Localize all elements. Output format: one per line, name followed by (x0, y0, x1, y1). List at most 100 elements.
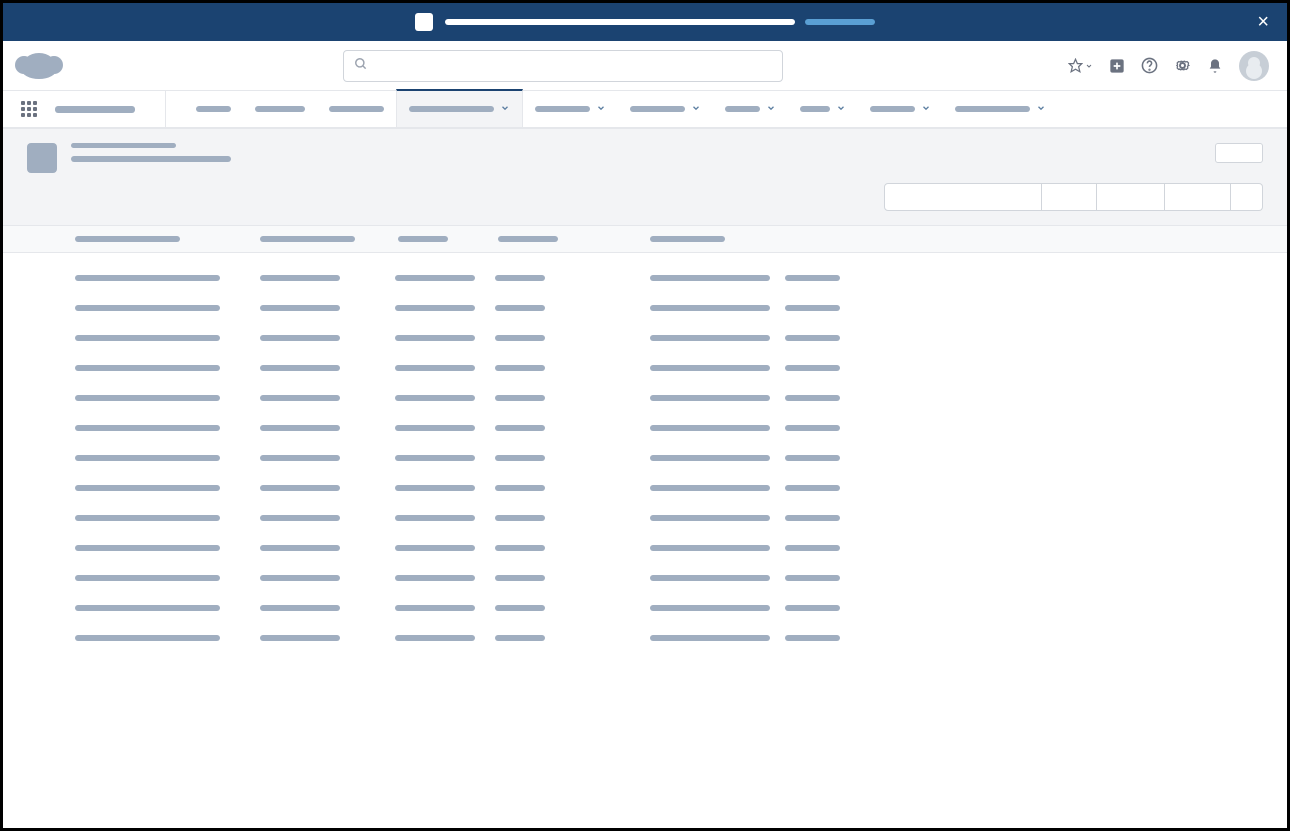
column-header[interactable] (260, 236, 355, 242)
global-search-input[interactable] (343, 50, 783, 82)
table-row[interactable] (75, 635, 1287, 641)
table-cell (495, 455, 545, 461)
nav-tab-4[interactable] (523, 90, 618, 128)
action-button-4[interactable] (1165, 183, 1231, 211)
salesforce-logo-icon[interactable] (21, 53, 57, 79)
search-icon (354, 57, 368, 74)
table-cell (495, 635, 545, 641)
table-cell (650, 635, 770, 641)
help-icon[interactable] (1141, 57, 1158, 74)
table-cell (260, 515, 340, 521)
chevron-down-icon[interactable] (691, 103, 701, 116)
action-button-2[interactable] (1042, 183, 1097, 211)
action-overflow-button[interactable] (1231, 183, 1263, 211)
nav-tab-3[interactable] (396, 89, 523, 127)
table-row[interactable] (75, 605, 1287, 611)
table-cell (650, 515, 770, 521)
nav-tab-label (196, 106, 231, 112)
table-cell (650, 425, 770, 431)
table-cell (650, 335, 770, 341)
action-button-1[interactable] (884, 183, 1042, 211)
table-cell (785, 545, 840, 551)
table-cell (260, 575, 340, 581)
table-cell (495, 575, 545, 581)
table-cell (75, 335, 220, 341)
user-avatar[interactable] (1239, 51, 1269, 81)
banner-link[interactable] (805, 19, 875, 25)
table-cell (260, 605, 340, 611)
table-cell (260, 395, 340, 401)
global-header (3, 41, 1287, 91)
column-header[interactable] (498, 236, 558, 242)
table-cell (75, 485, 220, 491)
table-cell (785, 455, 840, 461)
nav-tab-2[interactable] (317, 90, 396, 128)
table-cell (495, 515, 545, 521)
nav-tab-label (955, 106, 1030, 112)
table-cell (495, 545, 545, 551)
nav-tab-1[interactable] (243, 90, 317, 128)
column-header[interactable] (398, 236, 448, 242)
nav-tab-7[interactable] (788, 90, 858, 128)
nav-tab-6[interactable] (713, 90, 788, 128)
table-cell (395, 395, 475, 401)
table-cell (785, 425, 840, 431)
plus-icon[interactable] (1109, 58, 1125, 74)
table-row[interactable] (75, 485, 1287, 491)
chevron-down-icon[interactable] (1036, 103, 1046, 116)
table-cell (495, 275, 545, 281)
page-title (71, 156, 231, 162)
column-header[interactable] (75, 236, 180, 242)
table-cell (395, 365, 475, 371)
table-row[interactable] (75, 365, 1287, 371)
close-icon[interactable]: × (1257, 11, 1269, 34)
table-cell (395, 605, 475, 611)
table-cell (395, 515, 475, 521)
favorites-icon[interactable] (1068, 58, 1093, 73)
nav-tab-8[interactable] (858, 90, 943, 128)
nav-tab-label (329, 106, 384, 112)
chevron-down-icon[interactable] (500, 103, 510, 116)
table-row[interactable] (75, 515, 1287, 521)
table-cell (650, 455, 770, 461)
search-field[interactable] (374, 58, 772, 73)
table-cell (260, 425, 340, 431)
table-cell (785, 365, 840, 371)
table-cell (495, 485, 545, 491)
app-launcher-icon[interactable] (21, 101, 37, 117)
chevron-down-icon[interactable] (836, 103, 846, 116)
nav-tab-9[interactable] (943, 90, 1058, 128)
table-cell (395, 425, 475, 431)
nav-tab-label (409, 106, 494, 112)
table-cell (75, 425, 220, 431)
notification-banner: × (3, 3, 1287, 41)
table-row[interactable] (75, 395, 1287, 401)
chevron-down-icon[interactable] (921, 103, 931, 116)
table-row[interactable] (75, 425, 1287, 431)
table-cell (260, 635, 340, 641)
data-grid (3, 253, 1287, 641)
nav-tab-0[interactable] (184, 90, 243, 128)
chevron-down-icon[interactable] (596, 103, 606, 116)
gear-icon[interactable] (1174, 57, 1191, 74)
table-cell (395, 275, 475, 281)
banner-checkbox[interactable] (415, 13, 433, 31)
table-row[interactable] (75, 455, 1287, 461)
table-cell (495, 395, 545, 401)
table-cell (495, 425, 545, 431)
bell-icon[interactable] (1207, 58, 1223, 74)
column-header[interactable] (650, 236, 725, 242)
table-cell (495, 335, 545, 341)
nav-tab-label (535, 106, 590, 112)
chevron-down-icon[interactable] (766, 103, 776, 116)
table-row[interactable] (75, 575, 1287, 581)
table-row[interactable] (75, 305, 1287, 311)
nav-tab-5[interactable] (618, 90, 713, 128)
table-row[interactable] (75, 335, 1287, 341)
action-button-3[interactable] (1097, 183, 1165, 211)
table-row[interactable] (75, 545, 1287, 551)
table-cell (785, 395, 840, 401)
banner-message (445, 19, 795, 25)
table-cell (260, 335, 340, 341)
table-row[interactable] (75, 275, 1287, 281)
